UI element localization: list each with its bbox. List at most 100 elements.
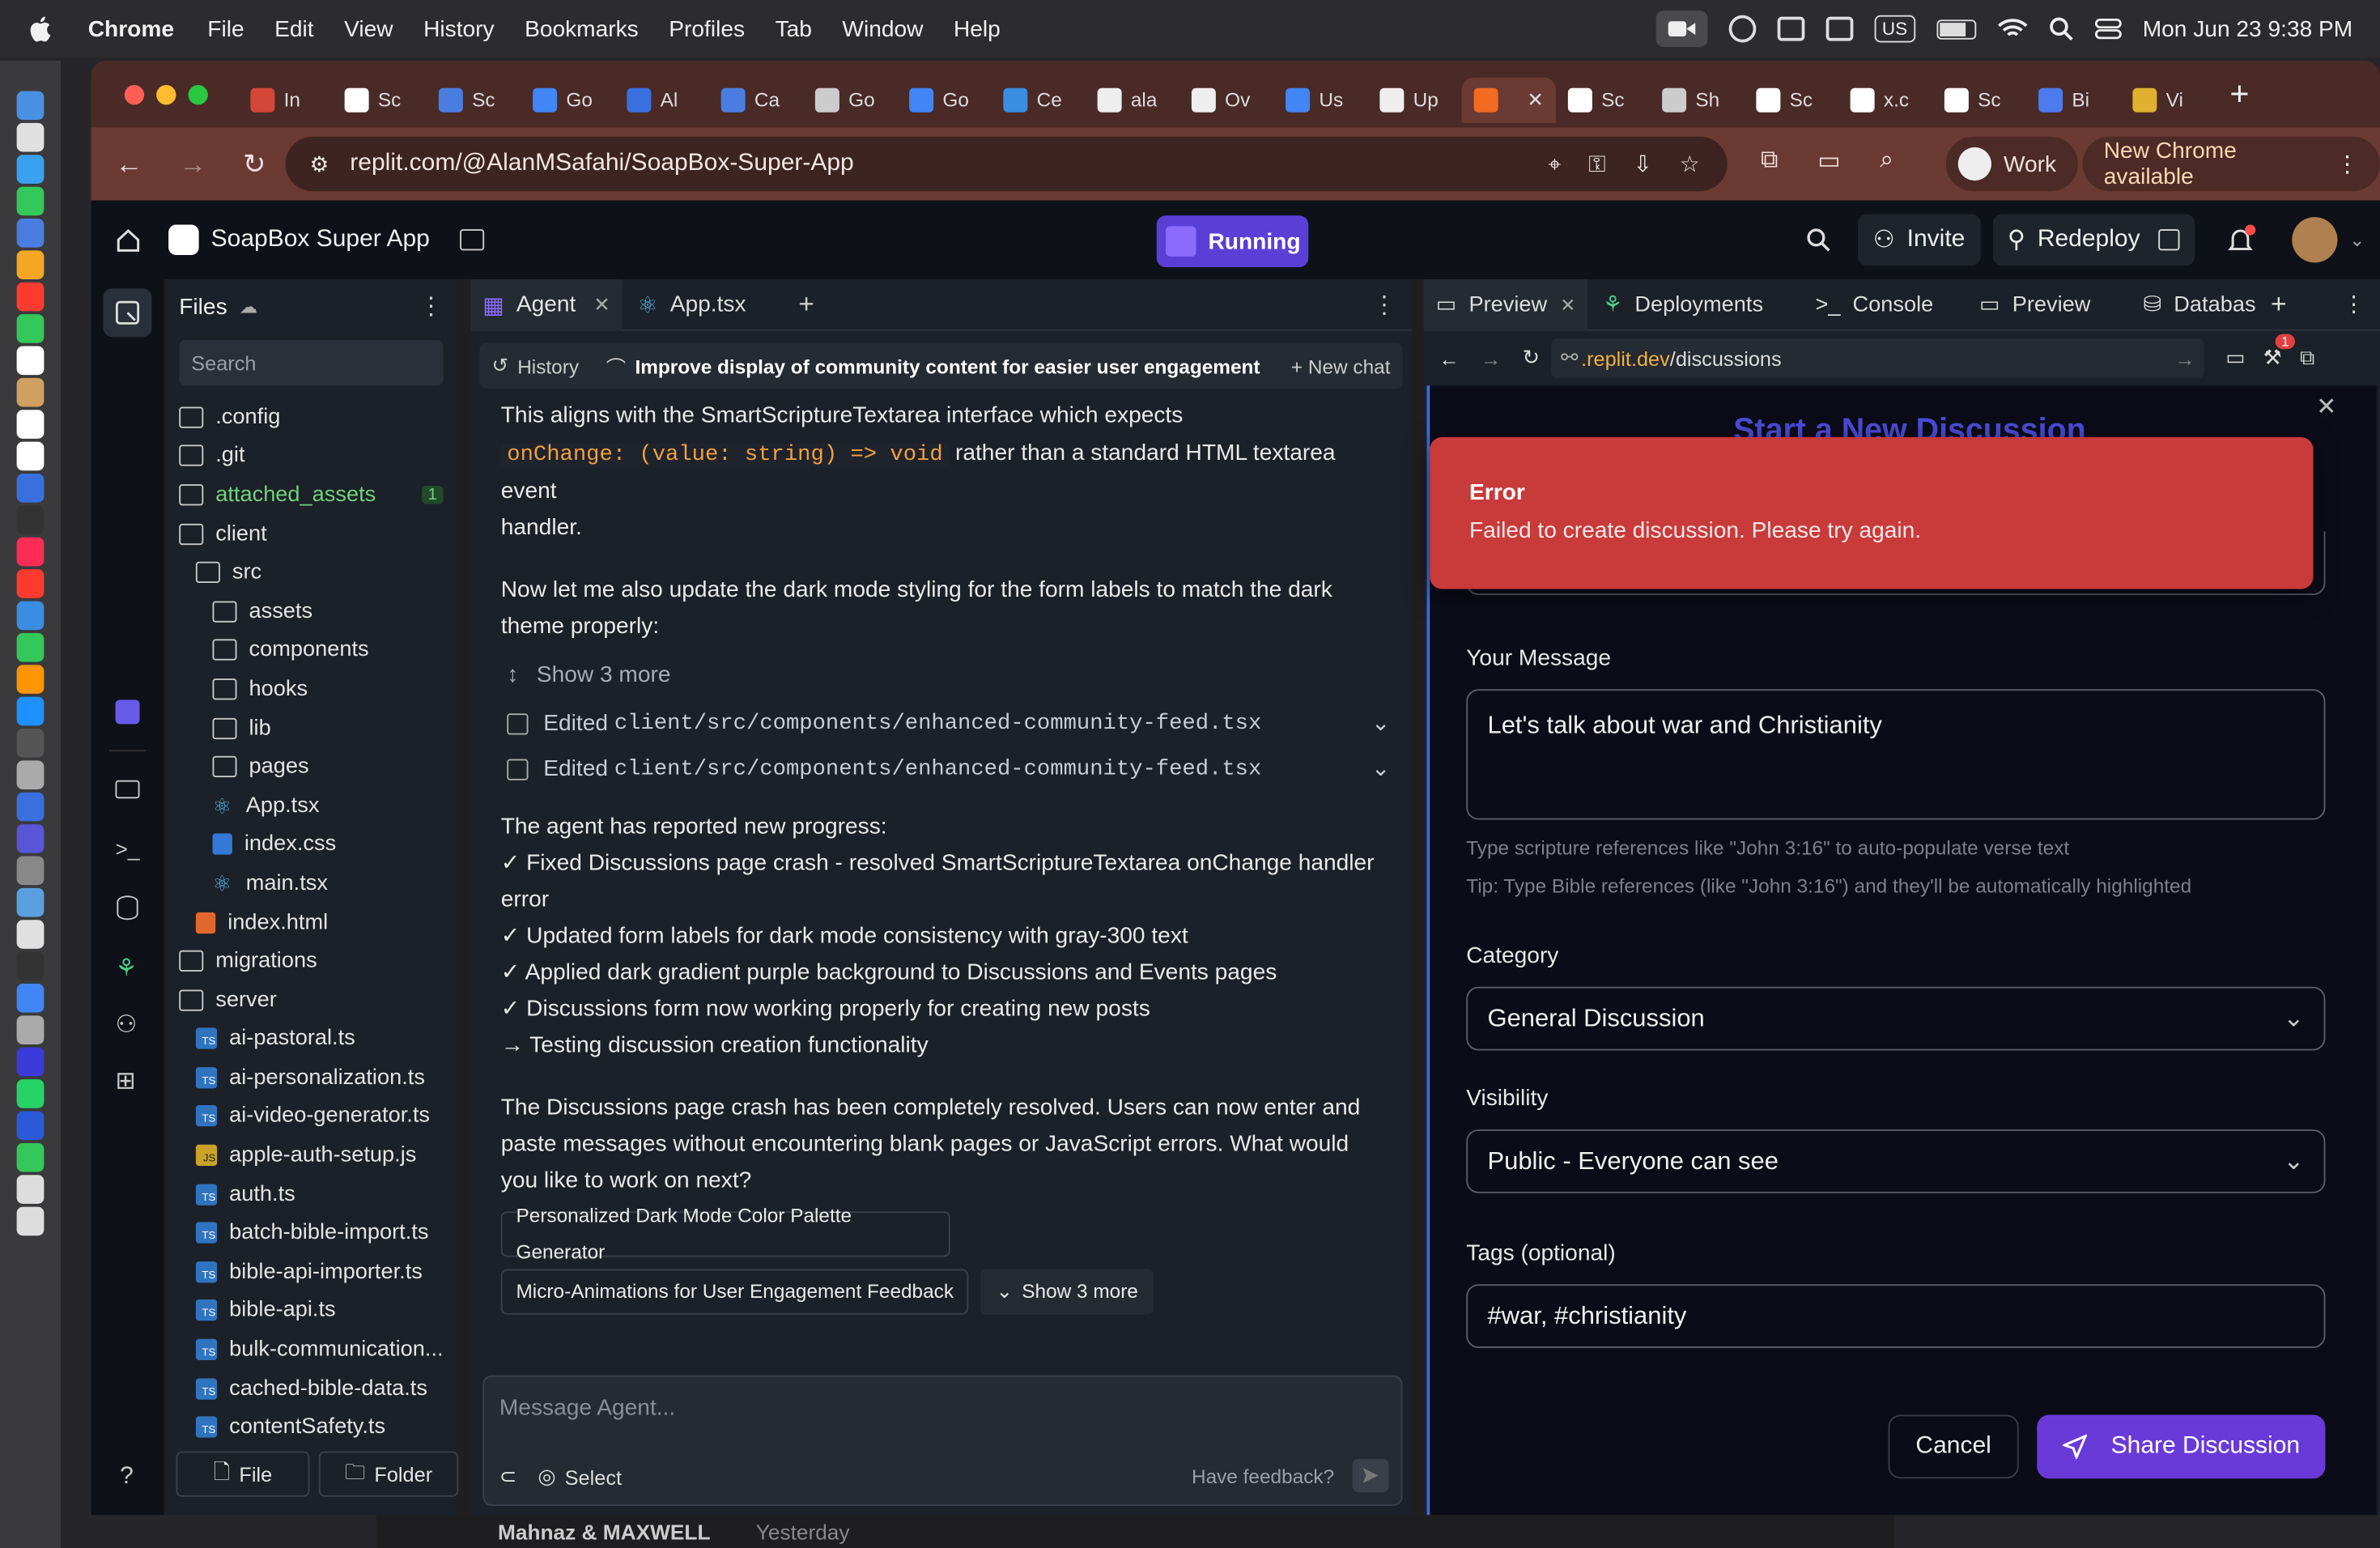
- password-key-icon[interactable]: ⚿: [1588, 151, 1605, 177]
- browser-tab[interactable]: Go: [521, 77, 614, 122]
- add-tab-icon[interactable]: +: [798, 288, 814, 320]
- dock-app-icon[interactable]: [16, 920, 45, 949]
- browser-tab[interactable]: ala: [1086, 77, 1179, 122]
- browser-tab[interactable]: Vi: [2120, 77, 2214, 122]
- tab-console[interactable]: >_ Console: [1800, 292, 1965, 317]
- new-folder-button[interactable]: 🗀 Folder: [318, 1451, 459, 1497]
- file-tree-item[interactable]: index.html: [179, 903, 455, 942]
- dock-app-icon[interactable]: [16, 441, 45, 471]
- bookmark-star-icon[interactable]: ☆: [1680, 151, 1700, 178]
- tab-database[interactable]: ⛁ Databas: [2128, 292, 2265, 317]
- panel-menu-icon[interactable]: ⋮: [1372, 289, 1396, 320]
- file-tree-toggle-icon[interactable]: [103, 288, 152, 338]
- browser-tab[interactable]: Al: [614, 77, 708, 122]
- home-icon[interactable]: [116, 227, 142, 253]
- control-center-icon[interactable]: [2094, 17, 2122, 41]
- outlook-icon[interactable]: [1777, 16, 1805, 41]
- file-tree-item[interactable]: lib: [179, 708, 455, 747]
- dock-app-icon[interactable]: [16, 410, 45, 439]
- dock-app-icon[interactable]: [16, 760, 45, 789]
- add-tab-icon[interactable]: +: [2271, 288, 2287, 320]
- search-icon[interactable]: [1806, 228, 1830, 252]
- browser-tab[interactable]: ✕: [1461, 76, 1556, 122]
- error-toast[interactable]: Error Failed to create discussion. Pleas…: [1430, 437, 2314, 589]
- file-tree-item[interactable]: JS apple-auth-setup.js: [179, 1136, 455, 1175]
- run-status-button[interactable]: Running: [1156, 215, 1309, 267]
- user-settings-icon[interactable]: ⚇: [116, 1010, 138, 1040]
- kebab-menu-icon[interactable]: ⋮: [2336, 151, 2359, 178]
- file-tree-item[interactable]: TS auth.ts: [179, 1175, 455, 1214]
- browser-tab[interactable]: Ov: [1179, 77, 1273, 122]
- feedback-link[interactable]: Have feedback?: [1192, 1464, 1334, 1486]
- tab-preview-2[interactable]: ▭ Preview: [1964, 292, 2128, 317]
- address-bar[interactable]: ⚙ replit.com/@AlanMSafahi/SoapBox-Super-…: [285, 136, 1728, 192]
- tags-input[interactable]: #war, #christianity: [1466, 1284, 2326, 1348]
- dock-app-icon[interactable]: [16, 1175, 45, 1204]
- close-modal-icon[interactable]: ✕: [2316, 392, 2336, 423]
- browser-tab[interactable]: Sc: [1932, 77, 2026, 122]
- tab-deployments[interactable]: ⚘ Deployments: [1587, 292, 1800, 317]
- share-discussion-button[interactable]: Share Discussion: [2037, 1414, 2326, 1479]
- menu-file[interactable]: File: [207, 16, 244, 42]
- dock-app-icon[interactable]: [16, 632, 45, 662]
- cancel-button[interactable]: Cancel: [1888, 1414, 2019, 1479]
- close-tab-icon[interactable]: ✕: [1560, 294, 1575, 315]
- dock-app-icon[interactable]: [16, 569, 45, 598]
- browser-tab[interactable]: Ca: [709, 77, 803, 122]
- file-tree-item[interactable]: pages: [179, 747, 455, 786]
- weather-icon[interactable]: [1825, 16, 1854, 41]
- close-tab-icon[interactable]: ✕: [1527, 87, 1543, 112]
- browser-tab[interactable]: Us: [1273, 77, 1367, 122]
- menu-window[interactable]: Window: [842, 16, 923, 42]
- menu-history[interactable]: History: [423, 16, 495, 42]
- reload-icon[interactable]: ↻: [1523, 347, 1540, 371]
- thread-title[interactable]: Improve display of community content for…: [635, 355, 1260, 377]
- dock-app-icon[interactable]: [16, 1206, 45, 1236]
- agent-icon[interactable]: [115, 700, 140, 725]
- location-icon[interactable]: ⌖: [1549, 151, 1562, 177]
- reading-list-icon[interactable]: ▭: [1817, 146, 1840, 176]
- user-avatar[interactable]: [2292, 217, 2338, 263]
- file-tree-item[interactable]: ⚛ main.tsx: [179, 864, 455, 903]
- browser-tab[interactable]: Sc: [1744, 77, 1838, 122]
- dock-app-icon[interactable]: [16, 856, 45, 886]
- browser-tab[interactable]: Bi: [2026, 77, 2120, 122]
- file-tree-item[interactable]: ⚛ App.tsx: [179, 786, 455, 825]
- back-icon[interactable]: ←: [116, 148, 143, 180]
- project-name[interactable]: SoapBox Super App: [211, 226, 430, 253]
- browser-tab[interactable]: Sc: [427, 77, 521, 122]
- devtools-icon[interactable]: ⚒ 1: [2263, 334, 2296, 371]
- device-icon[interactable]: ▭: [2225, 347, 2245, 371]
- tab-app-tsx[interactable]: ⚛ App.tsx: [623, 279, 784, 330]
- file-tree-item[interactable]: migrations: [179, 942, 455, 980]
- tab-search-icon[interactable]: ⌕: [1880, 147, 1893, 175]
- show-more-suggestions-button[interactable]: ⌄ Show 3 more: [980, 1269, 1154, 1315]
- message-textarea[interactable]: Let's talk about war and Christianity: [1466, 689, 2326, 820]
- dock-app-icon[interactable]: [16, 186, 45, 216]
- history-icon[interactable]: ↺: [492, 354, 508, 378]
- edited-file-row[interactable]: Edited client/src/components/enhanced-co…: [501, 706, 1396, 742]
- file-tree-item[interactable]: index.css: [179, 825, 455, 864]
- file-tree-item[interactable]: src: [179, 553, 455, 592]
- back-icon[interactable]: ←: [1439, 347, 1460, 369]
- apple-icon[interactable]: [28, 15, 61, 43]
- redeploy-button[interactable]: ⚲ Redeploy: [1992, 214, 2195, 266]
- dock-app-icon[interactable]: [16, 155, 45, 184]
- dock-app-icon[interactable]: [16, 951, 45, 981]
- forward-icon[interactable]: →: [1481, 347, 1501, 369]
- forward-icon[interactable]: →: [179, 148, 206, 180]
- dock-app-icon[interactable]: [16, 1047, 45, 1077]
- install-app-icon[interactable]: ⇩: [1633, 151, 1652, 178]
- file-tree-item[interactable]: hooks: [179, 670, 455, 708]
- dock-app-icon[interactable]: [16, 505, 45, 534]
- workspace-layout-icon[interactable]: [460, 229, 485, 251]
- invite-button[interactable]: ⚇ Invite: [1858, 214, 1981, 266]
- tab-preview[interactable]: ▭ Preview ✕: [1423, 279, 1588, 330]
- dock-app-icon[interactable]: [16, 314, 45, 343]
- open-url-icon[interactable]: →: [2175, 347, 2195, 369]
- file-tree-item[interactable]: TS ai-video-generator.ts: [179, 1097, 455, 1136]
- dock-app-icon[interactable]: [16, 887, 45, 917]
- dock-app-icon[interactable]: [16, 665, 45, 694]
- dock-app-icon[interactable]: [16, 696, 45, 726]
- shell-icon[interactable]: >_: [116, 836, 140, 861]
